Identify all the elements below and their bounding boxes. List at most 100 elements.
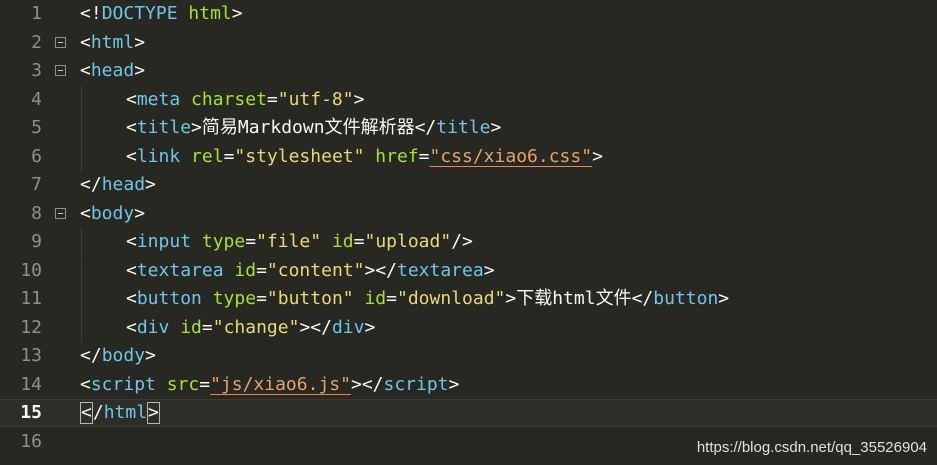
code-text: <script src="js/xiao6.js"></script>	[80, 371, 459, 399]
code-line[interactable]: 9 <input type="file" id="upload"/>	[0, 228, 937, 256]
code-token: id	[364, 288, 387, 309]
code-token: </	[310, 316, 332, 338]
code-token: <	[80, 31, 91, 53]
code-token: >	[353, 88, 365, 110]
code-line[interactable]: 5 <title>简易Markdown文件解析器</title>	[0, 114, 937, 142]
code-line[interactable]: 3 <head>	[0, 57, 937, 85]
code-token: html	[188, 3, 232, 24]
indent-guide	[81, 142, 82, 171]
code-text: <textarea id="content"></textarea>	[126, 257, 495, 285]
indent-guide	[81, 313, 82, 342]
code-token: >	[134, 60, 146, 81]
code-token: "utf-8"	[277, 88, 354, 110]
code-token: html	[103, 402, 148, 423]
code-line[interactable]: 4 <meta charset="utf-8">	[0, 85, 937, 114]
code-token: textarea	[397, 259, 484, 281]
code-line[interactable]: 2 <html>	[0, 29, 937, 57]
line-number: 4	[31, 88, 42, 110]
code-token: "stylesheet"	[234, 145, 365, 167]
code-token: <	[126, 117, 137, 138]
code-text: <div id="change"></div>	[126, 314, 375, 342]
code-token: >	[134, 31, 146, 53]
code-token: <	[126, 88, 137, 110]
code-token: >	[505, 288, 517, 309]
code-token: <!	[80, 3, 102, 24]
code-token: <	[80, 373, 91, 395]
code-line[interactable]: 10 <textarea id="content"></textarea>	[0, 256, 937, 285]
code-token: />	[451, 231, 473, 252]
code-token: =	[223, 145, 235, 167]
code-token: button	[653, 288, 719, 309]
code-line[interactable]: 6 <link rel="stylesheet" href="css/xiao6.…	[0, 142, 937, 171]
code-line[interactable]: 8 <body>	[0, 200, 937, 228]
code-token: div	[331, 316, 365, 338]
line-number: 1	[31, 3, 42, 24]
code-token: =	[199, 373, 211, 395]
code-token: type	[212, 288, 257, 309]
line-number: 13	[20, 345, 42, 366]
code-token: =	[353, 231, 365, 252]
code-token: button	[136, 288, 202, 309]
line-number: 3	[31, 60, 42, 81]
code-line[interactable]: 12 <div id="change"></div>	[0, 313, 937, 342]
code-text: <!DOCTYPE html>	[80, 0, 243, 28]
code-token: >	[364, 316, 376, 338]
code-token: <	[126, 231, 137, 252]
code-token: div	[136, 316, 170, 338]
code-token: =	[256, 259, 267, 281]
code-token: title	[136, 117, 192, 138]
code-text: <button type="button" id="download">下载ht…	[126, 285, 729, 313]
code-token: </	[80, 174, 102, 195]
code-token: id	[180, 316, 202, 338]
code-token: html	[90, 31, 135, 53]
bracket-match-highlight: >	[147, 402, 160, 424]
code-token: </	[375, 259, 397, 281]
code-token: "change"	[212, 316, 300, 338]
code-token: "js/xiao6.js"	[210, 373, 351, 395]
code-token: 下载html文件	[516, 288, 632, 309]
code-token: =	[256, 288, 267, 309]
code-token: </	[80, 345, 102, 366]
code-token: </	[414, 117, 437, 138]
code-token: id	[234, 259, 257, 281]
code-line[interactable]: 1 <!DOCTYPE html>	[0, 0, 937, 28]
code-editor[interactable]: 1 <!DOCTYPE html> 2 <html> 3 <head> 4 <meta cha…	[0, 0, 937, 465]
code-token: </	[361, 373, 384, 395]
code-token: 简易Markdown文件解析器	[201, 117, 415, 138]
line-number: 15	[20, 402, 42, 423]
fold-toggle-icon[interactable]	[55, 207, 66, 219]
code-token: =	[245, 231, 257, 252]
code-text: </head>	[80, 171, 156, 199]
code-line[interactable]: 11 <button type="button" id="download">下载…	[0, 285, 937, 313]
code-token: script	[383, 373, 449, 395]
code-token: >	[483, 259, 495, 281]
code-text: <body>	[80, 200, 145, 228]
code-token: >	[448, 373, 460, 395]
code-token: <	[80, 60, 91, 81]
code-text: </body>	[80, 342, 156, 370]
indent-guide	[81, 85, 82, 114]
line-number: 10	[20, 259, 42, 281]
fold-toggle-icon[interactable]	[55, 65, 66, 76]
code-token: "content"	[266, 259, 365, 281]
line-number: 11	[20, 288, 42, 309]
code-line[interactable]: 14 <script src="js/xiao6.js"></script>	[0, 371, 937, 399]
bracket-match-highlight: <	[80, 402, 93, 424]
code-token: "file"	[256, 231, 322, 252]
fold-toggle-icon[interactable]	[55, 36, 66, 48]
code-line[interactable]: 7 </head>	[0, 171, 937, 199]
code-line[interactable]: 13 </body>	[0, 342, 937, 370]
code-line[interactable]: 15 </html>	[0, 399, 937, 427]
code-token: src	[166, 373, 200, 395]
code-token: =	[418, 145, 430, 167]
code-token: <	[126, 259, 137, 281]
code-text: <input type="file" id="upload"/>	[126, 228, 473, 256]
code-token: >	[145, 345, 156, 366]
code-token: head	[90, 60, 135, 81]
